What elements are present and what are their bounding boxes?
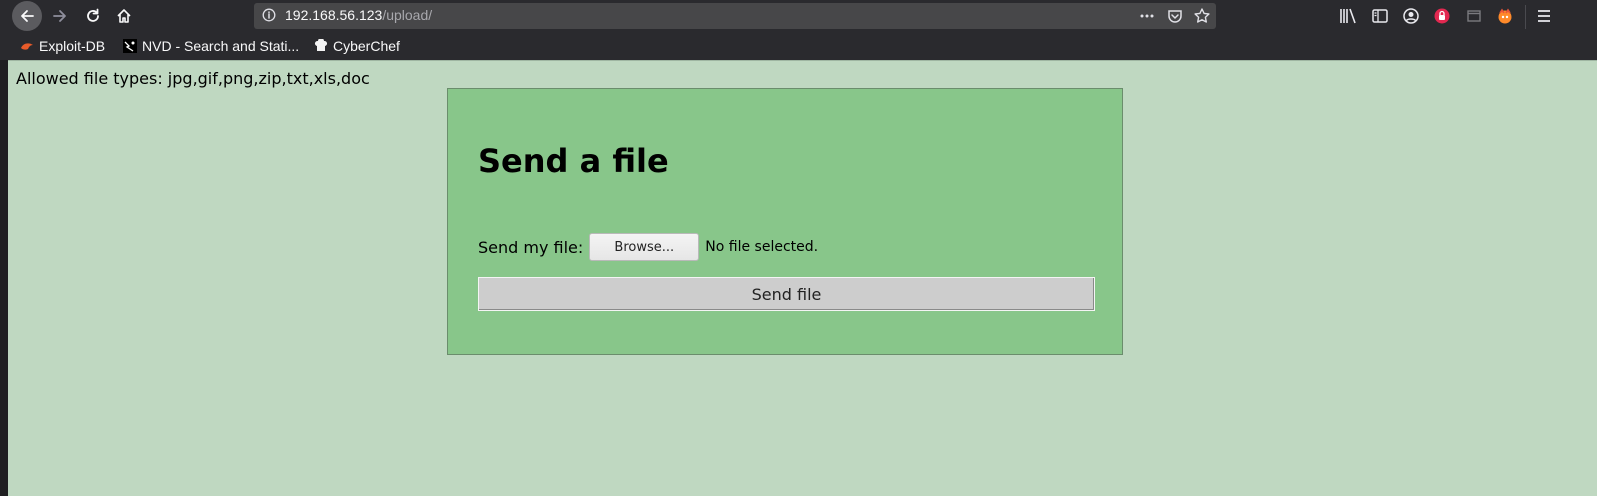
url-path: /upload/ — [382, 7, 433, 23]
window-icon[interactable] — [1465, 7, 1483, 29]
allowed-file-types: Allowed file types: jpg,gif,png,zip,txt,… — [16, 69, 370, 88]
home-button[interactable] — [110, 3, 138, 29]
bookmark-label: NVD - Search and Stati... — [142, 38, 300, 54]
address-bar[interactable]: 192.168.56.123/upload/ — [254, 3, 1216, 29]
send-file-button[interactable]: Send file — [478, 277, 1095, 311]
browser-toolbar: 192.168.56.123/upload/ — [0, 0, 1597, 32]
account-icon[interactable] — [1402, 7, 1420, 29]
firefox-extension-icon[interactable] — [1496, 7, 1514, 29]
bookmark-label: Exploit-DB — [39, 38, 106, 54]
library-icon[interactable] — [1339, 7, 1357, 29]
menu-icon[interactable] — [1535, 7, 1553, 29]
sidebar-icon[interactable] — [1371, 7, 1389, 29]
page-viewport: Allowed file types: jpg,gif,png,zip,txt,… — [8, 60, 1597, 496]
bookmark-label: CyberChef — [333, 38, 400, 54]
exploit-db-icon — [20, 39, 34, 53]
extension-shield-icon[interactable] — [1433, 7, 1451, 29]
bookmarks-toolbar: Exploit-DB NVD - Search and Stati... Cyb… — [0, 32, 1597, 60]
file-label: Send my file: — [478, 237, 584, 257]
url-host: 192.168.56.123 — [285, 7, 383, 23]
reload-icon — [87, 8, 99, 22]
nvd-icon — [123, 39, 137, 53]
info-icon[interactable] — [262, 8, 276, 26]
forward-button[interactable] — [46, 3, 74, 29]
home-icon — [117, 9, 131, 23]
upload-form: Send a file Send my file: Browse... No f… — [447, 88, 1123, 355]
back-button[interactable] — [12, 1, 42, 31]
url-text[interactable]: 192.168.56.123/upload/ — [285, 7, 432, 23]
file-status: No file selected. — [705, 239, 819, 255]
pocket-icon[interactable] — [1166, 7, 1184, 29]
page-title: Send a file — [478, 142, 669, 180]
file-input-row: Send my file: Browse... No file selected… — [478, 233, 819, 261]
cyberchef-icon — [314, 38, 328, 53]
bookmark-cyberchef[interactable]: CyberChef — [314, 38, 400, 54]
reload-button[interactable] — [79, 3, 107, 29]
bookmark-star-icon[interactable] — [1193, 7, 1211, 29]
page-actions-icon[interactable] — [1138, 7, 1156, 29]
bookmark-nvd[interactable]: NVD - Search and Stati... — [123, 38, 299, 54]
toolbar-separator — [1525, 5, 1526, 29]
browse-button[interactable]: Browse... — [589, 233, 700, 261]
back-arrow-icon — [21, 10, 34, 22]
bookmark-exploit-db[interactable]: Exploit-DB — [20, 38, 105, 54]
forward-arrow-icon — [53, 10, 66, 22]
